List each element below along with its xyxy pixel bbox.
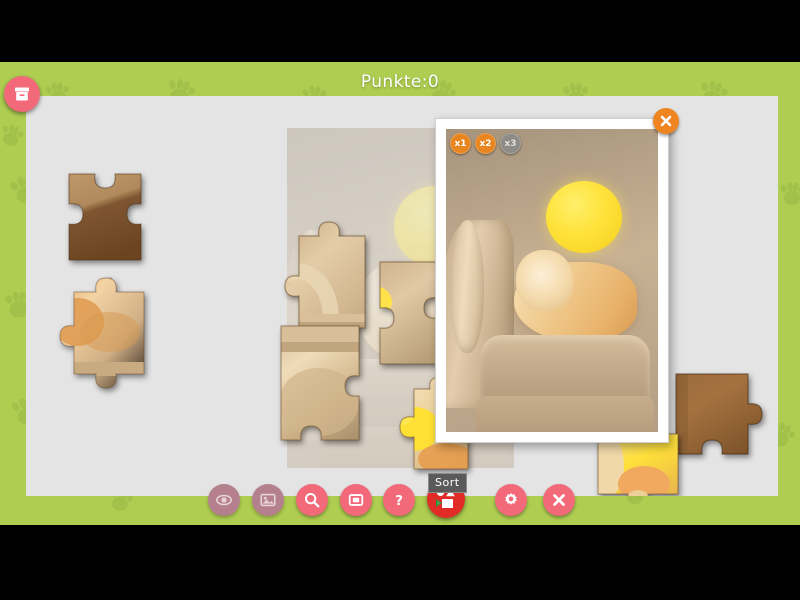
preview-eye-button[interactable] xyxy=(208,484,240,516)
bottom-toolbar: ? xyxy=(0,480,800,525)
frame-toggle-button[interactable] xyxy=(340,484,372,516)
rectangle-icon xyxy=(348,494,364,506)
zoom-search-button[interactable] xyxy=(296,484,328,516)
image-preview-dialog[interactable]: x1 x2 x3 xyxy=(435,108,679,443)
gear-icon xyxy=(505,493,517,505)
quit-button[interactable] xyxy=(543,484,575,516)
show-image-button[interactable] xyxy=(252,484,284,516)
archive-box-icon xyxy=(15,87,29,101)
puzzle-piece[interactable] xyxy=(48,274,156,394)
score-label: Punkte:0 xyxy=(360,72,440,92)
svg-text:?: ? xyxy=(395,493,403,509)
question-icon: ? xyxy=(395,493,403,509)
magnifier-icon xyxy=(304,492,320,508)
game-screen: Punkte:0 x1 x2 x3 Sort ? xyxy=(0,0,800,600)
preview-image xyxy=(446,129,658,432)
close-x-icon xyxy=(660,115,672,127)
help-button[interactable]: ? xyxy=(383,484,415,516)
close-dialog-button[interactable] xyxy=(653,108,679,134)
puzzle-piece[interactable] xyxy=(61,168,149,266)
zoom-x1-button[interactable]: x1 xyxy=(450,133,471,154)
zoom-x3-button[interactable]: x3 xyxy=(500,133,521,154)
close-x-icon xyxy=(553,494,565,506)
puzzle-piece[interactable] xyxy=(259,316,377,452)
zoom-x2-button[interactable]: x2 xyxy=(475,133,496,154)
image-icon xyxy=(260,493,276,507)
sort-tooltip: Sort xyxy=(428,473,467,493)
zoom-level-buttons[interactable]: x1 x2 x3 xyxy=(450,133,521,154)
archive-box-button[interactable] xyxy=(4,76,40,112)
eye-icon xyxy=(215,494,233,506)
settings-button[interactable] xyxy=(495,484,527,516)
